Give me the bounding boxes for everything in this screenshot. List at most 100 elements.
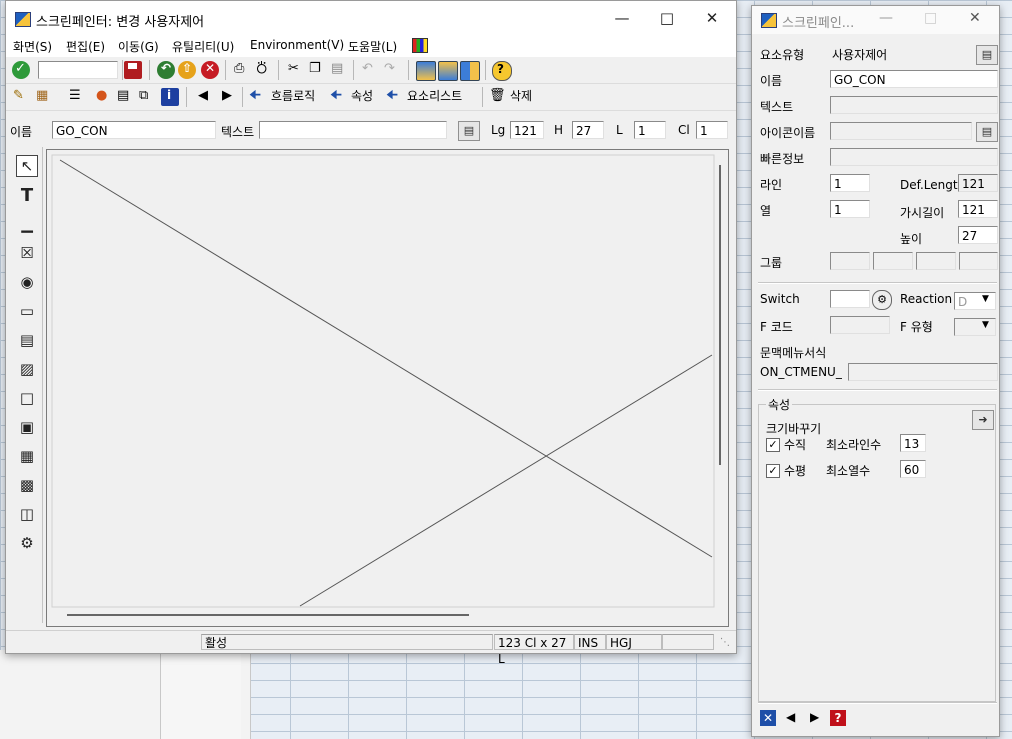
resize-grip-icon[interactable]: ⋱ [720, 637, 730, 648]
element-list-button[interactable]: 요소리스트 [407, 87, 462, 105]
exit-icon[interactable]: ⇧ [178, 61, 196, 79]
close-x-icon[interactable]: ✕ [760, 710, 776, 726]
line-input[interactable]: 1 [830, 174, 870, 192]
dictionary-icon[interactable]: ▤ [117, 87, 129, 105]
help-icon[interactable]: ? [492, 61, 512, 81]
maximize-button[interactable]: □ [647, 7, 687, 29]
flow-logic-button[interactable]: 흐름로직 [271, 87, 315, 105]
lg-input[interactable]: 121 [510, 121, 544, 139]
tabstrip-icon[interactable]: ▤ [16, 329, 38, 351]
text-field-icon[interactable]: T [16, 184, 38, 206]
arrow-right-icon[interactable]: ➜ [972, 410, 994, 430]
attributes-button[interactable]: 속성 [351, 87, 373, 105]
menu-screen[interactable]: 화면(S) [13, 38, 52, 55]
menu-help[interactable]: 도움말(L) [348, 38, 397, 55]
close-button[interactable]: ✕ [692, 7, 732, 29]
height-input[interactable]: 27 [958, 226, 998, 244]
menu-goto[interactable]: 이동(G) [118, 38, 159, 55]
lg-label: Lg [491, 123, 506, 137]
group-input-4[interactable] [959, 252, 998, 270]
l-input[interactable]: 1 [634, 121, 666, 139]
text-list-icon[interactable]: ▤ [458, 121, 480, 141]
back-icon[interactable]: ↶ [157, 61, 175, 79]
status-icon[interactable]: ⚙ [16, 532, 38, 554]
attr-close-button[interactable]: ✕ [969, 10, 981, 26]
tabstrip-wizard-icon[interactable]: ▨ [16, 358, 38, 380]
gui-settings-icon[interactable] [412, 38, 428, 53]
text-input[interactable] [259, 121, 447, 139]
pushbutton-icon[interactable]: ▭ [16, 300, 38, 322]
attr-text-input[interactable] [830, 96, 998, 114]
element-type-icon[interactable]: ▤ [976, 45, 998, 65]
cancel-icon[interactable]: ✕ [201, 61, 219, 79]
print-icon[interactable]: ⎙ [234, 60, 244, 78]
attr-title-bar[interactable]: 스크린페인... — □ ✕ [752, 6, 999, 34]
visible-length-input[interactable]: 121 [958, 200, 998, 218]
group-input-3[interactable] [916, 252, 956, 270]
custom-control-icon[interactable]: ◫ [16, 503, 38, 525]
menu-utilities[interactable]: 유틸리티(U) [172, 38, 234, 55]
menu-environment[interactable]: Environment(V) [250, 38, 344, 52]
nav-next-icon[interactable]: ▶ [810, 710, 819, 724]
horizontal-checkbox[interactable]: ✓ [766, 464, 780, 478]
find-icon[interactable]: ⛣ [255, 60, 268, 78]
icon-name-input[interactable] [830, 122, 972, 140]
name-input[interactable]: GO_CON [52, 121, 216, 139]
undo-icon[interactable]: ↶ [362, 60, 373, 78]
help-question-icon[interactable]: ? [830, 710, 846, 726]
minimize-button[interactable]: — [602, 7, 642, 29]
table-wizard-icon[interactable]: ▩ [16, 474, 38, 496]
enter-icon[interactable]: ✓ [12, 61, 30, 79]
fcode-input[interactable] [830, 316, 890, 334]
delete-button[interactable]: 삭제 [510, 87, 532, 105]
min-lines-input[interactable]: 13 [900, 434, 926, 452]
ftype-select[interactable] [954, 318, 996, 336]
next-icon[interactable]: ▶ [222, 87, 232, 105]
icon-list-icon[interactable]: ▤ [976, 122, 998, 142]
checkbox-icon[interactable]: ☒ [16, 242, 38, 264]
marker-icon[interactable]: ● [96, 87, 107, 105]
group-input-2[interactable] [873, 252, 913, 270]
subscreen-icon[interactable]: ▣ [16, 416, 38, 438]
program-icon[interactable]: ⧉ [139, 87, 148, 105]
hierarchy-icon[interactable]: ☰ [69, 87, 81, 105]
info-icon[interactable]: i [161, 88, 179, 106]
save-icon[interactable] [124, 61, 142, 79]
paste-icon[interactable]: ▤ [331, 60, 343, 78]
layout-canvas[interactable] [46, 149, 729, 627]
menu-edit[interactable]: 편집(E) [66, 38, 105, 55]
edit-pencil-icon[interactable]: ✎ [13, 87, 24, 105]
copy-icon[interactable]: ❐ [309, 60, 321, 78]
pointer-icon[interactable]: ↖ [16, 155, 38, 177]
radio-button-icon[interactable]: ◉ [16, 271, 38, 293]
group-input-1[interactable] [830, 252, 870, 270]
attr-minimize-button[interactable]: — [879, 10, 893, 26]
switch-icon[interactable]: ⚙ [872, 290, 892, 310]
reaction-select[interactable]: D [954, 292, 996, 310]
layout-icon[interactable]: ▦ [36, 87, 48, 105]
col-input[interactable]: 1 [830, 200, 870, 218]
title-bar[interactable]: 스크린페인터: 변경 사용자제어 — □ ✕ [6, 1, 736, 36]
window-icon-3[interactable] [460, 61, 480, 81]
window-icon-1[interactable] [416, 61, 436, 81]
quick-info-input[interactable] [830, 148, 998, 166]
context-menu-input[interactable] [848, 363, 998, 381]
cl-input[interactable]: 1 [696, 121, 728, 139]
command-field[interactable] [38, 61, 118, 79]
attr-app-icon [761, 13, 777, 28]
attr-name-input[interactable]: GO_CON [830, 70, 998, 88]
custom-control-area[interactable] [47, 150, 728, 626]
window-icon-2[interactable] [438, 61, 458, 81]
previous-icon[interactable]: ◀ [198, 87, 208, 105]
nav-previous-icon[interactable]: ◀ [786, 710, 795, 724]
cut-icon[interactable]: ✂ [288, 60, 299, 78]
min-cols-input[interactable]: 60 [900, 460, 926, 478]
attr-maximize-button[interactable]: □ [924, 10, 937, 26]
input-field-icon[interactable]: ▁ [16, 213, 38, 235]
vertical-checkbox[interactable]: ✓ [766, 438, 780, 452]
table-control-icon[interactable]: ▦ [16, 445, 38, 467]
switch-input[interactable] [830, 290, 870, 308]
h-input[interactable]: 27 [572, 121, 604, 139]
box-icon[interactable]: □ [16, 387, 38, 409]
redo-icon[interactable]: ↷ [384, 60, 395, 78]
